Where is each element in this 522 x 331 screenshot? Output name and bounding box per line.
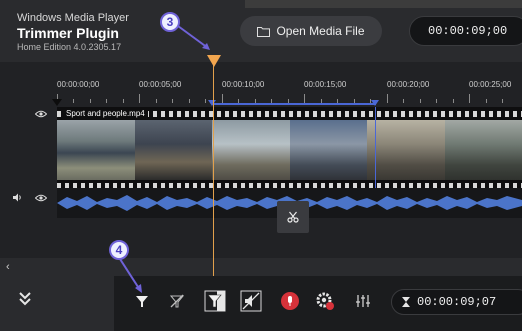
plugin-title: Trimmer Plugin <box>17 25 119 41</box>
settings-button[interactable] <box>314 290 336 312</box>
annotation-arrow-3 <box>177 25 210 50</box>
ruler-label: 00:00:20;00 <box>387 80 430 89</box>
edition-label: Home Edition 4.0.2305.17 <box>17 42 122 52</box>
split-button[interactable] <box>277 201 309 233</box>
video-frames <box>57 120 522 180</box>
marker-clear-icon <box>170 294 184 308</box>
ruler-label: 00:00:25;00 <box>469 80 512 89</box>
scissors-icon <box>287 211 299 223</box>
ruler-label: 00:00:10;00 <box>222 80 265 89</box>
bottom-time-value: 00:00:09;07 <box>417 295 497 309</box>
bottom-time-display[interactable]: 00:00:09;07 <box>391 289 522 315</box>
equalizer-icon <box>356 295 370 307</box>
audio-eye-icon[interactable] <box>35 194 47 202</box>
bottom-toolbar: 00:00:09;07 <box>0 276 522 331</box>
folder-icon <box>257 26 271 37</box>
selection-end-marker[interactable] <box>371 100 379 106</box>
record-icon <box>281 292 299 310</box>
annotation-arrow-4 <box>119 258 142 293</box>
mute-segment-icon <box>240 290 262 312</box>
playhead-line[interactable] <box>213 62 214 290</box>
video-frame <box>57 120 135 180</box>
app-name: Windows Media Player <box>17 12 129 24</box>
trim-filter-icon <box>204 290 226 312</box>
record-button[interactable] <box>279 290 301 312</box>
equalizer-button[interactable] <box>352 290 374 312</box>
toolbar-left-panel <box>0 276 114 331</box>
speaker-icon[interactable] <box>13 193 23 202</box>
video-frame <box>212 120 290 180</box>
top-preview-strip <box>245 0 522 8</box>
ruler-label: 00:00:00;00 <box>57 80 100 89</box>
collapse-icon[interactable] <box>16 290 34 308</box>
playhead-handle[interactable] <box>207 55 221 67</box>
video-frame <box>367 120 445 180</box>
scroll-left-icon[interactable]: ‹ <box>6 261 10 273</box>
start-marker[interactable] <box>52 99 62 107</box>
trim-filter-button[interactable] <box>204 290 226 312</box>
ruler-label: 00:00:05;00 <box>139 80 182 89</box>
timeline-panel: 00:00:00;00 00:00:05;00 00:00:10;00 00:0… <box>0 62 522 276</box>
ruler-label: 00:00:15;00 <box>304 80 347 89</box>
marker-clear-button[interactable] <box>166 290 188 312</box>
video-eye-icon[interactable] <box>35 110 47 118</box>
clip-name: Sport and people.mp4 <box>63 109 148 118</box>
video-track[interactable]: Sport and people.mp4 <box>57 107 522 189</box>
open-media-label: Open Media File <box>276 24 365 38</box>
video-frame <box>444 120 522 180</box>
video-frame <box>134 120 212 180</box>
hourglass-icon <box>402 297 410 307</box>
video-frame <box>289 120 367 180</box>
open-media-button[interactable]: Open Media File <box>240 16 382 46</box>
selection-range-bar[interactable] <box>212 103 376 105</box>
mute-segment-button[interactable] <box>240 290 262 312</box>
time-ruler[interactable]: 00:00:00;00 00:00:05;00 00:00:10;00 00:0… <box>57 74 522 104</box>
timeline-scrollbar[interactable]: ‹ <box>0 258 522 276</box>
app-header: Windows Media Player Trimmer Plugin Home… <box>0 0 522 62</box>
current-time-display[interactable]: 00:00:09;00 <box>409 16 522 46</box>
settings-icon <box>316 292 334 310</box>
